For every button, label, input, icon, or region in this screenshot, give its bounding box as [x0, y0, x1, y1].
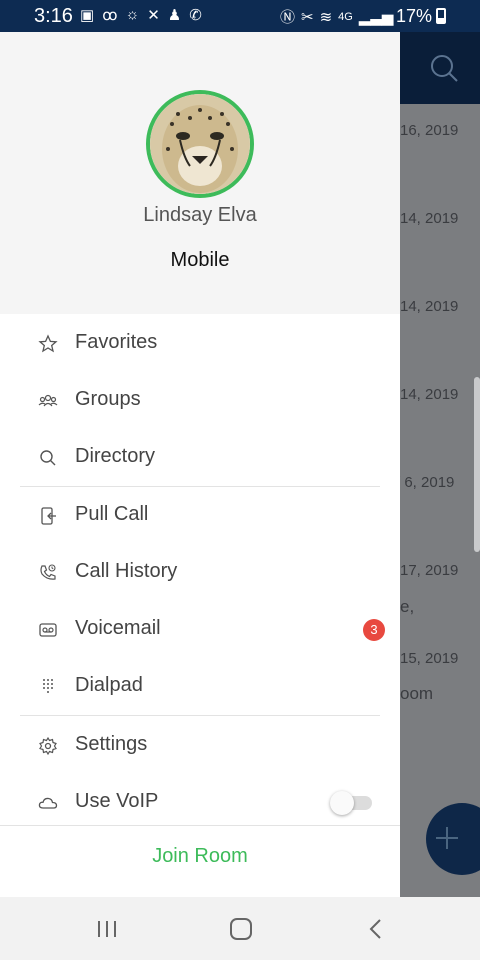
- search-icon[interactable]: [430, 54, 458, 82]
- star-icon: [38, 334, 58, 353]
- voicemail-notification-icon: ▣: [80, 7, 95, 24]
- background-date: 14, 2019: [400, 298, 459, 315]
- background-date: 15, 2019: [400, 650, 459, 667]
- gear-icon: [39, 736, 57, 756]
- battery-icon: [436, 8, 446, 24]
- background-text: e,: [400, 597, 415, 616]
- menu-item-directory[interactable]: Directory: [0, 430, 400, 486]
- menu-label-directory: Directory: [75, 445, 156, 467]
- voip-toggle[interactable]: [330, 791, 372, 815]
- call-icon: ✆: [189, 7, 202, 24]
- voicemail-icon: [39, 623, 57, 637]
- activity-icon: ✕: [147, 7, 160, 24]
- notification-icons: ▣ ꝏ ☼ ✕ ♟ ✆: [80, 6, 202, 24]
- menu-item-dialpad[interactable]: Dialpad: [0, 659, 400, 715]
- home-icon[interactable]: [221, 913, 261, 945]
- menu-item-call-history[interactable]: Call History: [0, 545, 400, 601]
- background-app: 16, 2019 14, 2019 14, 2019 14, 2019 / 6,…: [400, 32, 480, 897]
- weather-icon: ☼: [125, 6, 140, 23]
- add-fab-button[interactable]: [426, 803, 480, 875]
- join-room-button[interactable]: Join Room: [0, 845, 400, 868]
- join-room-divider: [0, 825, 400, 826]
- presence-status[interactable]: Mobile: [0, 249, 400, 272]
- battery-percent: 17%: [396, 6, 433, 26]
- menu-label-use-voip: Use VoIP: [75, 790, 159, 812]
- search-icon: [40, 450, 56, 466]
- menu-item-use-voip[interactable]: Use VoIP: [0, 775, 400, 831]
- menu-label-settings: Settings: [75, 733, 148, 755]
- system-nav-bar: [0, 897, 480, 960]
- voip-toggle-knob: [330, 791, 354, 815]
- avatar[interactable]: [146, 90, 254, 198]
- wifi-icon: ≋: [319, 8, 333, 26]
- cloud-icon: [38, 797, 58, 809]
- nfc-icon: Ⓝ: [280, 9, 296, 26]
- system-icons: Ⓝ ✂ ≋ 4G ▂▃▅: [280, 6, 393, 27]
- dialpad-icon: [43, 679, 53, 693]
- background-date: / 6, 2019: [400, 474, 455, 491]
- background-date: 14, 2019: [400, 210, 459, 227]
- menu-label-groups: Groups: [75, 388, 141, 410]
- status-time: 3:16: [34, 5, 73, 27]
- menu-divider: [20, 715, 380, 716]
- menu-divider: [20, 486, 380, 487]
- menu-item-voicemail[interactable]: Voicemail 3: [0, 602, 400, 658]
- background-date: 17, 2019: [400, 562, 459, 579]
- background-header: [400, 32, 480, 104]
- pull-call-icon: [41, 507, 56, 525]
- voicemail-count-badge: 3: [363, 619, 385, 641]
- back-icon[interactable]: [356, 913, 396, 945]
- cheetah-avatar-icon: [150, 94, 250, 194]
- background-date: 16, 2019: [400, 122, 459, 139]
- menu-label-favorites: Favorites: [75, 331, 158, 353]
- menu-label-pull-call: Pull Call: [75, 503, 149, 525]
- background-date: 14, 2019: [400, 386, 459, 403]
- background-scrollbar: [474, 377, 480, 552]
- menu-item-favorites[interactable]: Favorites: [0, 316, 400, 372]
- profile-name: Lindsay Elva: [143, 204, 257, 226]
- recent-apps-icon[interactable]: [87, 913, 127, 945]
- menu-label-dialpad: Dialpad: [75, 674, 143, 696]
- call-history-icon: [40, 564, 56, 580]
- menu-item-settings[interactable]: Settings: [0, 718, 400, 774]
- profile-header: Lindsay Elva Mobile: [0, 32, 400, 314]
- background-text: oom: [400, 684, 434, 703]
- menu-item-pull-call[interactable]: Pull Call: [0, 488, 400, 544]
- network-type: 4G: [338, 10, 353, 23]
- menu-label-voicemail: Voicemail: [75, 617, 161, 639]
- menu-label-call-history: Call History: [75, 560, 178, 582]
- menu-item-groups[interactable]: Groups: [0, 373, 400, 429]
- voicemail-tape-icon: ꝏ: [102, 7, 118, 24]
- navigation-drawer: Lindsay Elva Mobile Favorites Groups Dir…: [0, 32, 400, 897]
- groups-icon: [38, 394, 58, 407]
- person-icon: ♟: [167, 7, 182, 24]
- status-bar: 3:16 ▣ ꝏ ☼ ✕ ♟ ✆ Ⓝ ✂ ≋ 4G ▂▃▅ 17%: [0, 0, 480, 32]
- signal-icon: ▂▃▅: [358, 8, 394, 26]
- mute-icon: ✂: [301, 8, 314, 26]
